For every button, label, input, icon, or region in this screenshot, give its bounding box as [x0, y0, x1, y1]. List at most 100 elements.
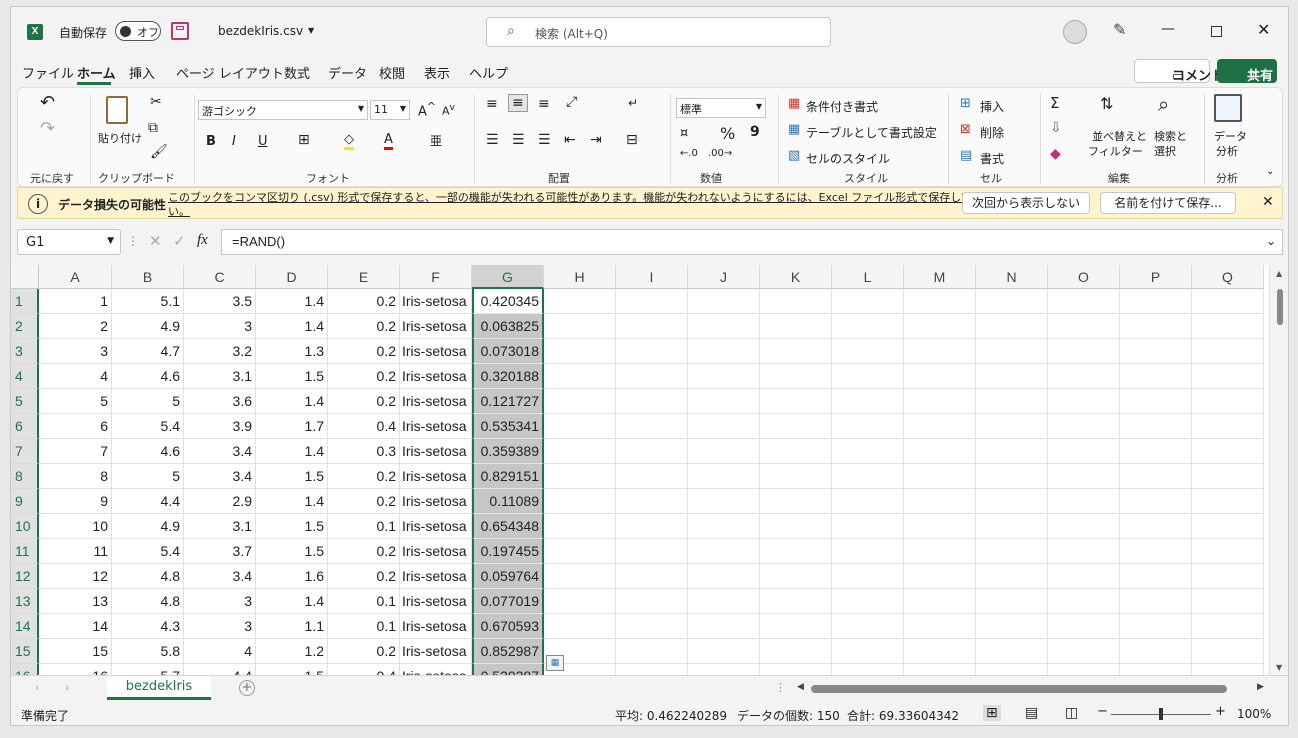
cell[interactable] [616, 564, 688, 589]
cell[interactable]: 0.073018 [472, 339, 544, 364]
cell[interactable]: 0.1 [328, 514, 400, 539]
border-icon[interactable]: ⊞ [298, 132, 310, 148]
row-header[interactable]: 8 [11, 464, 39, 489]
column-header-n[interactable]: N [976, 265, 1048, 289]
tab-review[interactable]: 校閲 [379, 63, 405, 82]
cell[interactable] [976, 464, 1048, 489]
cell[interactable]: 3 [184, 314, 256, 339]
cell[interactable] [904, 639, 976, 664]
cell[interactable] [832, 539, 904, 564]
zoom-slider-thumb[interactable] [1159, 708, 1163, 720]
cell-style-button[interactable]: セルのスタイル [806, 150, 890, 167]
cell[interactable] [1048, 289, 1120, 314]
formula-input[interactable]: =RAND() ⌄ [221, 229, 1283, 255]
cell[interactable]: 5.8 [112, 639, 184, 664]
cell[interactable]: 3.4 [184, 464, 256, 489]
cell[interactable] [616, 314, 688, 339]
cell[interactable]: 0.11089 [472, 489, 544, 514]
cell[interactable]: 0.1 [328, 589, 400, 614]
comment-button[interactable]: ▭ コメント [1134, 59, 1224, 84]
cell[interactable]: Iris-setosa [400, 589, 472, 614]
cell[interactable]: 4.8 [112, 564, 184, 589]
cell[interactable]: 1.4 [256, 389, 328, 414]
sort-filter-label-2[interactable]: フィルター [1088, 143, 1143, 159]
paste-icon[interactable] [106, 96, 128, 124]
close-icon[interactable]: ✕ [1257, 20, 1270, 39]
cell[interactable] [616, 489, 688, 514]
cell[interactable]: 1.4 [256, 314, 328, 339]
cell[interactable] [1048, 364, 1120, 389]
cell[interactable] [688, 489, 760, 514]
cell[interactable] [832, 389, 904, 414]
cell[interactable]: 0.3 [328, 439, 400, 464]
tab-data[interactable]: データ [328, 63, 367, 82]
horizontal-scroll-thumb[interactable] [811, 685, 1227, 693]
cell[interactable]: 0.359389 [472, 439, 544, 464]
cell[interactable] [904, 414, 976, 439]
search-box[interactable]: ⌕ 検索 (Alt+Q) [486, 17, 831, 47]
cell[interactable] [688, 614, 760, 639]
cell[interactable]: 1 [39, 289, 112, 314]
cell[interactable] [1048, 489, 1120, 514]
cell[interactable]: 1.4 [256, 289, 328, 314]
cell[interactable] [760, 364, 832, 389]
autosum-icon[interactable]: Σ [1050, 94, 1059, 112]
cell[interactable]: Iris-setosa [400, 464, 472, 489]
cell[interactable] [616, 414, 688, 439]
cell[interactable] [832, 439, 904, 464]
scroll-down-icon[interactable]: ▼ [1276, 663, 1282, 672]
cell[interactable] [1192, 364, 1264, 389]
row-header[interactable]: 15 [11, 639, 39, 664]
phonetic-icon[interactable]: 亜 [430, 132, 442, 149]
cell[interactable] [760, 564, 832, 589]
cell[interactable]: 3.1 [184, 364, 256, 389]
cell[interactable] [760, 464, 832, 489]
cell[interactable]: 3.7 [184, 539, 256, 564]
cell[interactable]: 16 [39, 664, 112, 675]
pen-icon[interactable]: ✎ [1113, 20, 1126, 39]
cell[interactable] [976, 564, 1048, 589]
cell[interactable]: 0.2 [328, 364, 400, 389]
cell[interactable] [904, 364, 976, 389]
cell[interactable]: 0.4 [328, 414, 400, 439]
cell[interactable]: Iris-setosa [400, 564, 472, 589]
cell[interactable] [544, 339, 616, 364]
cell[interactable]: 0.063825 [472, 314, 544, 339]
cell[interactable] [832, 664, 904, 675]
cell[interactable] [1192, 539, 1264, 564]
tab-home[interactable]: ホーム [77, 63, 116, 82]
cell[interactable] [1048, 514, 1120, 539]
cell[interactable] [688, 464, 760, 489]
message-text-line2[interactable]: い。 [168, 203, 190, 219]
cell[interactable] [616, 389, 688, 414]
cell[interactable] [1192, 339, 1264, 364]
cell[interactable]: 0.2 [328, 339, 400, 364]
maximize-icon[interactable] [1211, 26, 1222, 37]
cell[interactable]: 0.852987 [472, 639, 544, 664]
cell[interactable]: Iris-setosa [400, 664, 472, 675]
cell[interactable] [1192, 314, 1264, 339]
cell[interactable] [976, 614, 1048, 639]
cell[interactable] [904, 564, 976, 589]
cell[interactable]: Iris-setosa [400, 364, 472, 389]
cell[interactable] [616, 614, 688, 639]
cell[interactable]: 0.2 [328, 639, 400, 664]
enter-icon[interactable]: ✓ [173, 232, 186, 250]
zoom-slider[interactable] [1111, 708, 1211, 720]
cell[interactable]: 4.6 [112, 439, 184, 464]
cell[interactable]: 11 [39, 539, 112, 564]
cell[interactable]: 4.6 [112, 364, 184, 389]
cell[interactable] [760, 589, 832, 614]
format-cells-button[interactable]: 書式 [980, 150, 1004, 167]
orientation-icon[interactable]: ⤢ [566, 94, 577, 110]
cell[interactable]: 5.1 [112, 289, 184, 314]
cell[interactable] [760, 514, 832, 539]
cell[interactable] [616, 589, 688, 614]
cell[interactable] [688, 439, 760, 464]
column-header-p[interactable]: P [1120, 265, 1192, 289]
cell[interactable] [904, 339, 976, 364]
cell[interactable]: Iris-setosa [400, 414, 472, 439]
delete-cells-button[interactable]: 削除 [980, 124, 1004, 141]
cell[interactable]: 0.535341 [472, 414, 544, 439]
cell[interactable] [1120, 364, 1192, 389]
